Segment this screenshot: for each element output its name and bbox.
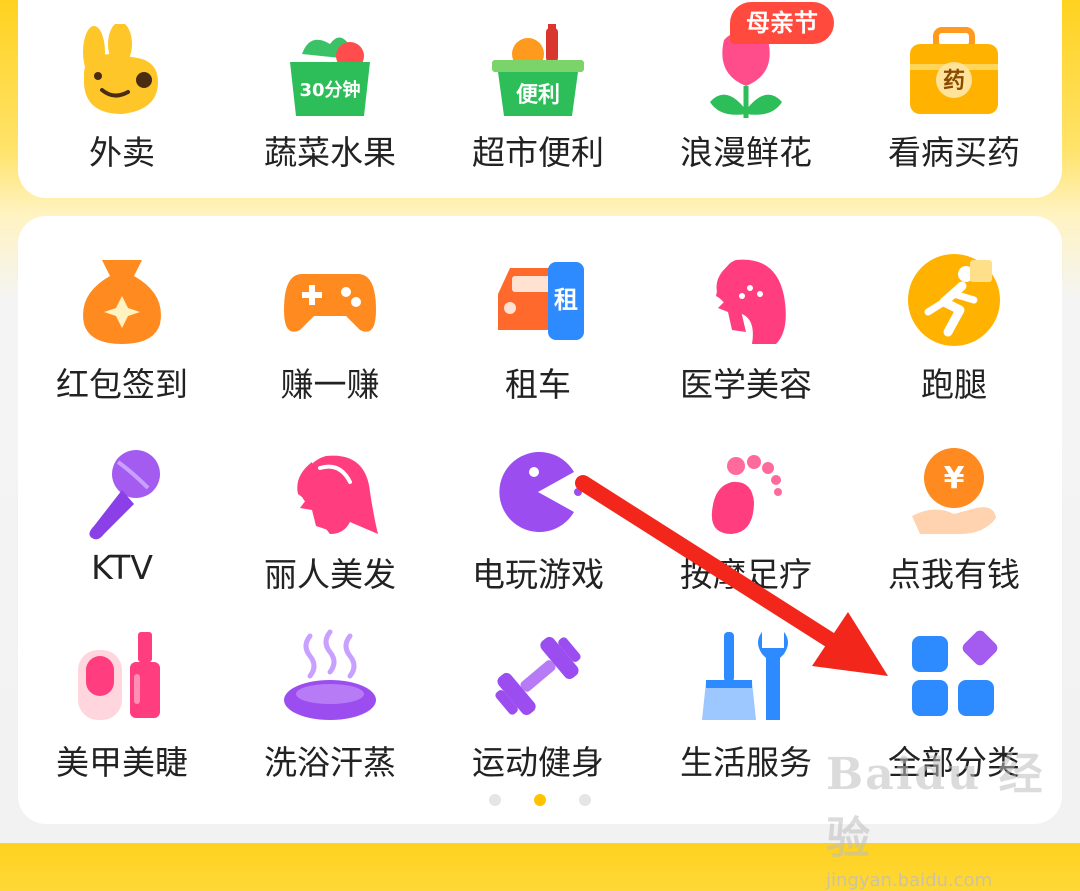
- grid-row-2: KTV 丽人美发 电玩游戏 按摩足疗 ¥ 点我有钱: [18, 442, 1062, 602]
- service-life-services[interactable]: 生活服务: [642, 626, 850, 786]
- page-dot-active[interactable]: [534, 794, 546, 806]
- all-categories-icon: [904, 626, 1004, 726]
- service-label: 红包签到: [56, 365, 188, 404]
- service-label: KTV: [91, 548, 153, 587]
- sauna-steam-icon: [280, 626, 380, 726]
- gamepad-icon: [280, 250, 380, 350]
- baidu-watermark: Baidu 经验 jingyan.baidu.com: [826, 738, 1076, 891]
- service-label: 运动健身: [472, 743, 604, 782]
- medicine-box-text: 药: [943, 69, 965, 94]
- grocery-basket-text: 便利: [516, 83, 560, 108]
- service-flowers[interactable]: 浪漫鲜花: [642, 24, 850, 184]
- money-bag-icon: [72, 250, 172, 350]
- grocery-basket-icon: 便利: [488, 24, 588, 124]
- pacman-icon: [488, 442, 588, 542]
- service-label: 租车: [505, 365, 571, 404]
- service-medicine[interactable]: 药 看病买药: [850, 24, 1058, 184]
- watermark-url: jingyan.baidu.com: [826, 870, 993, 891]
- top-services-row: 外卖 30分钟 蔬菜水果 便利 超市便利 浪漫鲜花 药 看病买药: [18, 24, 1062, 184]
- service-get-money[interactable]: ¥ 点我有钱: [850, 442, 1058, 602]
- service-waimai[interactable]: 外卖: [18, 24, 226, 184]
- service-label: 蔬菜水果: [264, 133, 396, 172]
- service-earn[interactable]: 赚一赚: [226, 250, 434, 410]
- watermark-logo: Baidu 经验: [826, 749, 1045, 864]
- service-car-rental[interactable]: 租 租车: [434, 250, 642, 410]
- service-label: 超市便利: [472, 133, 604, 172]
- service-label: 生活服务: [680, 743, 812, 782]
- services-grid-card: 红包签到 赚一赚 租 租车 医学美容 跑腿 KTV 丽人美发 电玩游戏 按摩足疗…: [18, 216, 1062, 824]
- nail-polish-icon: [72, 626, 172, 726]
- mothers-day-badge: 母亲节: [730, 2, 834, 44]
- service-label: 丽人美发: [264, 555, 396, 594]
- service-label: 洗浴汗蒸: [264, 743, 396, 782]
- service-label: 医学美容: [680, 365, 812, 404]
- service-label: 美甲美睫: [56, 743, 188, 782]
- service-errand[interactable]: 跑腿: [850, 250, 1058, 410]
- service-label: 跑腿: [921, 365, 987, 404]
- service-label: 看病买药: [888, 133, 1020, 172]
- running-man-icon: [904, 250, 1004, 350]
- hair-salon-icon: [280, 442, 380, 542]
- service-label: 赚一赚: [280, 365, 380, 404]
- service-label: 点我有钱: [888, 555, 1020, 594]
- car-rental-text: 租: [554, 286, 578, 314]
- car-rental-icon: 租: [488, 250, 588, 350]
- service-red-packet-checkin[interactable]: 红包签到: [18, 250, 226, 410]
- grid-row-1: 红包签到 赚一赚 租 租车 医学美容 跑腿: [18, 250, 1062, 410]
- service-video-games[interactable]: 电玩游戏: [434, 442, 642, 602]
- service-label: 外卖: [89, 133, 155, 172]
- page-dot[interactable]: [579, 794, 592, 806]
- service-fitness[interactable]: 运动健身: [434, 626, 642, 786]
- vegetable-basket-text: 30分钟: [299, 79, 360, 101]
- footprint-icon: [696, 442, 796, 542]
- service-bath-sauna[interactable]: 洗浴汗蒸: [226, 626, 434, 786]
- vegetable-basket-icon: 30分钟: [280, 24, 380, 124]
- rabbit-mascot-icon: [72, 24, 172, 124]
- service-foot-massage[interactable]: 按摩足疗: [642, 442, 850, 602]
- service-label: 电玩游戏: [472, 555, 604, 594]
- top-services-card: 外卖 30分钟 蔬菜水果 便利 超市便利 浪漫鲜花 药 看病买药: [18, 0, 1062, 198]
- service-label: 按摩足疗: [680, 555, 812, 594]
- service-medical-beauty[interactable]: 医学美容: [642, 250, 850, 410]
- dumbbell-icon: [488, 626, 588, 726]
- service-supermarket[interactable]: 便利 超市便利: [434, 24, 642, 184]
- yen-coin-text: ¥: [944, 461, 965, 496]
- yen-coin-hand-icon: ¥: [904, 442, 1004, 542]
- service-label: 浪漫鲜花: [680, 133, 812, 172]
- service-ktv[interactable]: KTV: [18, 442, 226, 602]
- beauty-face-icon: [696, 250, 796, 350]
- microphone-icon: [72, 442, 172, 542]
- service-vegetables-fruit[interactable]: 30分钟 蔬菜水果: [226, 24, 434, 184]
- service-nails-lashes[interactable]: 美甲美睫: [18, 626, 226, 786]
- page-dot[interactable]: [488, 794, 501, 806]
- broom-wrench-icon: [696, 626, 796, 726]
- medicine-box-icon: 药: [904, 24, 1004, 124]
- service-hair-salon[interactable]: 丽人美发: [226, 442, 434, 602]
